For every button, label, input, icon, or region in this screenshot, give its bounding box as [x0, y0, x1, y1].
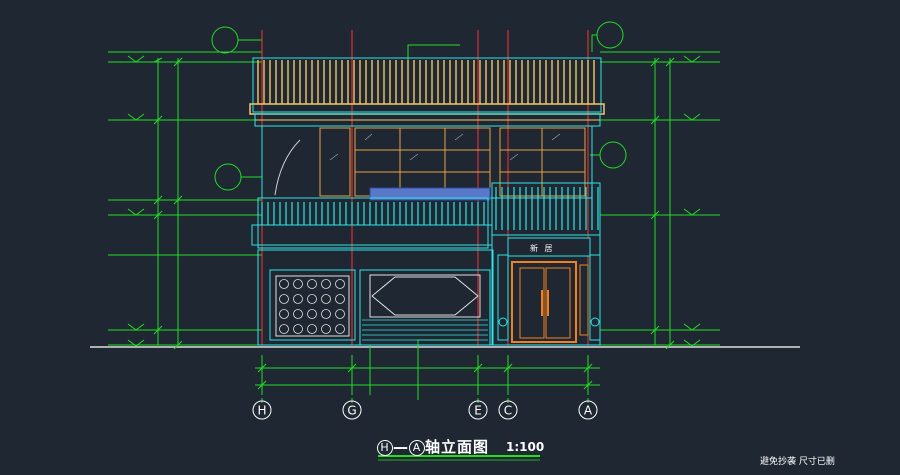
axis-bubbles: HGECA [252, 400, 598, 420]
axis-label-a: A [584, 404, 593, 418]
axis-bubble-g: G [342, 400, 362, 420]
axis-bubble-h: H [252, 400, 272, 420]
lower-roof-left [251, 197, 493, 249]
title-dash: — [393, 438, 409, 456]
right-dimension-lines [600, 51, 720, 350]
left-dimension-lines [108, 51, 262, 350]
upper-floor [261, 125, 593, 201]
axis-label-e: E [474, 404, 482, 418]
axis-bubble-e: E [468, 400, 488, 420]
title-text: 轴立面图 [425, 438, 490, 456]
drawing-title: H — A 轴立面图 [377, 436, 489, 457]
door-sign: 新 居 [530, 244, 555, 253]
elevation-drawing: H G E C A [90, 21, 800, 461]
axis-label-h: H [257, 404, 266, 418]
axis-bubble-a: A [578, 400, 598, 420]
axis-label-g: G [347, 404, 356, 418]
watermark-note: 避免抄袭 尺寸已删 [760, 457, 835, 467]
axis-to-label: A [409, 439, 425, 456]
bottom-dimension-lines [255, 355, 600, 403]
axis-bubble-c: C [498, 400, 518, 420]
upper-roof [249, 57, 605, 127]
lower-roof-right [491, 182, 601, 236]
drawing-scale: 1:100 [506, 440, 545, 454]
axis-from-label: H [377, 439, 393, 456]
axis-label-c: C [504, 404, 512, 418]
